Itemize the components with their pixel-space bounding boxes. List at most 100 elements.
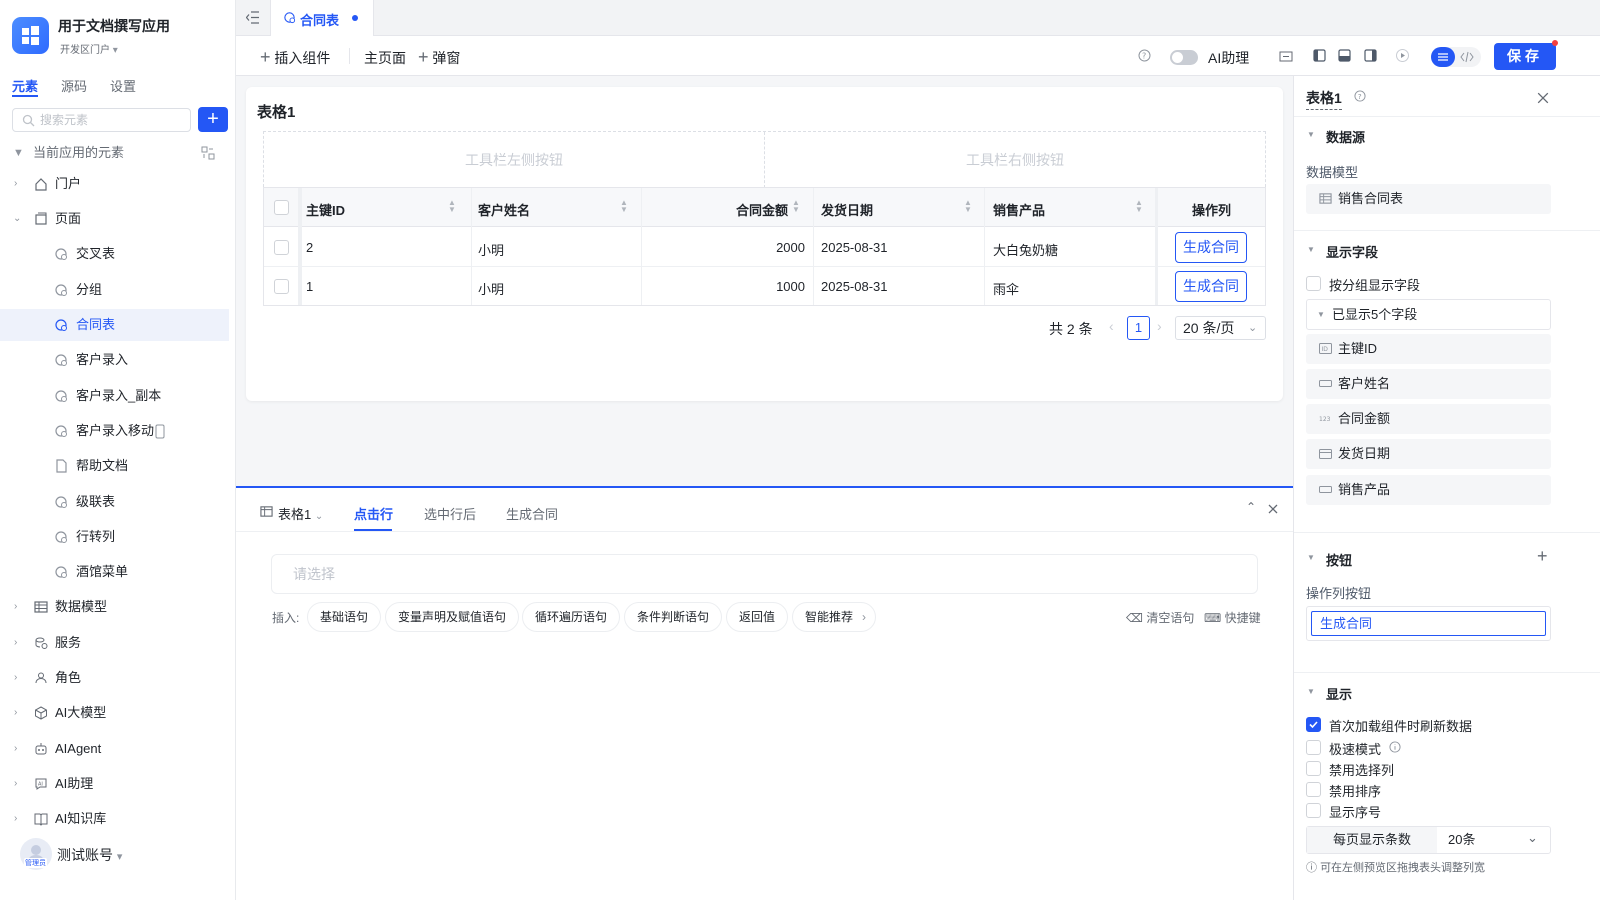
component-selector[interactable]: 表格1 ⌄ [260, 504, 323, 523]
file-tab-contract[interactable]: 合同表 [270, 0, 374, 37]
collapse-sidebar-icon[interactable] [246, 11, 260, 24]
tree-item-ai-assistant[interactable]: › AI AI助理 [0, 768, 229, 800]
tree-item-contract-table[interactable]: 合同表 [0, 309, 229, 341]
tree-item-ai-model[interactable]: › AI大模型 [0, 697, 229, 729]
tab-source[interactable]: 源码 [61, 76, 87, 95]
close-icon[interactable] [1268, 504, 1278, 514]
code-icon[interactable] [1460, 51, 1474, 63]
toggle-left-panel-icon[interactable] [1313, 49, 1326, 62]
view-mode-switch[interactable] [1431, 47, 1481, 67]
layout-width-icon[interactable] [1279, 50, 1293, 63]
data-model-select[interactable]: 销售合同表 [1306, 184, 1551, 214]
toolbar-left-slot[interactable]: 工具栏左侧按钮 [264, 132, 765, 188]
popup-button[interactable]: + 弹窗 [418, 48, 460, 68]
shortcut-button[interactable]: ⌨ 快捷键 [1204, 609, 1261, 626]
chip-basic-statement[interactable]: 基础语句 [307, 602, 382, 632]
sort-icon[interactable]: ▲ ▼ [964, 199, 972, 214]
action-button-item[interactable]: 生成合同 [1311, 611, 1546, 636]
col-header-id[interactable]: 主键ID [306, 200, 345, 219]
properties-title[interactable]: 表格1 [1306, 88, 1342, 110]
tree-item-ai-agent[interactable]: › AIAgent [0, 733, 229, 765]
close-icon[interactable] [1537, 92, 1549, 104]
preview-play-icon[interactable] [1396, 49, 1409, 62]
tab-settings[interactable]: 设置 [110, 76, 136, 95]
checkbox[interactable] [1306, 803, 1321, 818]
field-item-ship-date[interactable]: 发货日期 [1306, 439, 1551, 469]
clear-statements-button[interactable]: ⌫ 清空语句 [1126, 609, 1194, 626]
tree-root[interactable]: ▼ 当前应用的元素 [0, 137, 229, 169]
caret-down-icon[interactable]: ▼ [1307, 245, 1315, 254]
tree-item-row-to-column[interactable]: 行转列 [0, 521, 229, 553]
insert-component-button[interactable]: + 插入组件 [260, 48, 330, 68]
chip-loop-statement[interactable]: 循环遍历语句 [522, 602, 621, 632]
tree-item-help-doc[interactable]: 帮助文档 [0, 450, 229, 482]
tree-item-pages[interactable]: ⌄ 页面 [0, 203, 229, 235]
statement-select[interactable]: 请选择 [271, 554, 1258, 594]
page-size-setting-select[interactable]: 20条 ⌄ [1437, 827, 1550, 853]
info-icon[interactable] [1389, 741, 1401, 753]
generate-contract-button[interactable]: 生成合同 [1175, 271, 1247, 302]
checkbox[interactable] [1306, 782, 1321, 797]
toolbar-right-slot[interactable]: 工具栏右侧按钮 [765, 132, 1265, 188]
checkbox[interactable] [1306, 276, 1321, 291]
field-item-id[interactable]: ID 主键ID [1306, 334, 1551, 364]
save-button[interactable]: 保存 [1494, 43, 1556, 70]
search-input[interactable]: 搜索元素 [12, 108, 191, 132]
page-1-button[interactable]: 1 [1127, 316, 1150, 340]
tab-elements[interactable]: 元素 [12, 76, 38, 95]
avatar[interactable]: 管理员 [20, 838, 52, 870]
tree-item-group[interactable]: 分组 [0, 274, 229, 306]
tree-item-ai-knowledge-base[interactable]: › AI知识库 [0, 803, 229, 835]
main-page-button[interactable]: 主页面 [364, 48, 406, 68]
add-element-button[interactable]: + [198, 107, 228, 132]
chip-smart-recommend[interactable]: 智能推荐 › [792, 602, 877, 632]
field-item-product[interactable]: 销售产品 [1306, 475, 1551, 505]
toggle-bottom-panel-icon[interactable] [1338, 49, 1351, 62]
tree-item-crosstab[interactable]: 交叉表 [0, 238, 229, 270]
caret-down-icon[interactable]: ▼ [1307, 130, 1315, 139]
help-icon[interactable]: ? [1138, 49, 1151, 62]
chip-condition-statement[interactable]: 条件判断语句 [624, 602, 723, 632]
tree-item-service[interactable]: › 服务 [0, 627, 229, 659]
sort-icon[interactable]: ▲ ▼ [792, 199, 800, 214]
chip-return-value[interactable]: 返回值 [726, 602, 789, 632]
tree-item-cascade-table[interactable]: 级联表 [0, 486, 229, 518]
checkbox[interactable] [1306, 761, 1321, 776]
tree-item-data-model[interactable]: › 数据模型 [0, 591, 229, 623]
tree-item-customer-entry[interactable]: 客户录入 [0, 344, 229, 376]
chevron-up-icon[interactable]: ⌃ [1246, 500, 1256, 514]
sort-icon[interactable]: ▲ ▼ [1135, 199, 1143, 214]
design-mode-button[interactable] [1431, 47, 1455, 67]
checkbox-checked[interactable] [1306, 717, 1321, 732]
tree-item-customer-entry-mobile[interactable]: 客户录入移动 [0, 415, 229, 447]
ai-assistant-toggle[interactable] [1170, 50, 1198, 65]
col-header-amount[interactable]: 合同金额 [736, 200, 788, 219]
generate-contract-button[interactable]: 生成合同 [1175, 232, 1247, 263]
tree-item-role[interactable]: › 角色 [0, 662, 229, 694]
select-all-checkbox[interactable] [274, 200, 289, 215]
portal-selector[interactable]: 开发区门户 ▾ [60, 41, 118, 56]
page-size-select[interactable]: 20 条/页 ⌄ [1175, 316, 1266, 340]
tree-item-portal[interactable]: › 门户 [0, 168, 229, 200]
tree-item-tavern-menu[interactable]: 酒馆菜单 [0, 556, 229, 588]
sort-icon[interactable]: ▲ ▼ [448, 199, 456, 214]
add-button-icon[interactable]: + [1537, 546, 1548, 567]
prev-page-icon[interactable]: ‹ [1109, 318, 1114, 334]
row-checkbox[interactable] [274, 240, 289, 255]
table-component-preview[interactable]: 表格1 工具栏左侧按钮 工具栏右侧按钮 主键ID ▲ ▼ 客户姓名 ▲ ▼ 合同金额… [246, 87, 1283, 401]
tab-row-click[interactable]: 点击行 [354, 504, 393, 523]
sort-icon[interactable]: ▲ ▼ [620, 199, 628, 214]
tab-after-row-selected[interactable]: 选中行后 [424, 504, 476, 523]
shown-fields-group[interactable]: ▼ 已显示5个字段 [1306, 299, 1551, 330]
user-menu[interactable]: 测试账号 ▾ [57, 845, 122, 865]
col-header-product[interactable]: 销售产品 [993, 200, 1045, 219]
toggle-right-panel-icon[interactable] [1364, 49, 1377, 62]
caret-down-icon[interactable]: ▼ [1307, 553, 1315, 562]
col-header-name[interactable]: 客户姓名 [478, 200, 530, 219]
tab-generate-contract[interactable]: 生成合同 [506, 504, 558, 523]
row-checkbox[interactable] [274, 279, 289, 294]
checkbox[interactable] [1306, 740, 1321, 755]
field-item-contract-amount[interactable]: 123 合同金额 [1306, 404, 1551, 434]
field-item-customer-name[interactable]: 客户姓名 [1306, 369, 1551, 399]
tree-item-customer-entry-copy[interactable]: 客户录入_副本 [0, 380, 229, 412]
